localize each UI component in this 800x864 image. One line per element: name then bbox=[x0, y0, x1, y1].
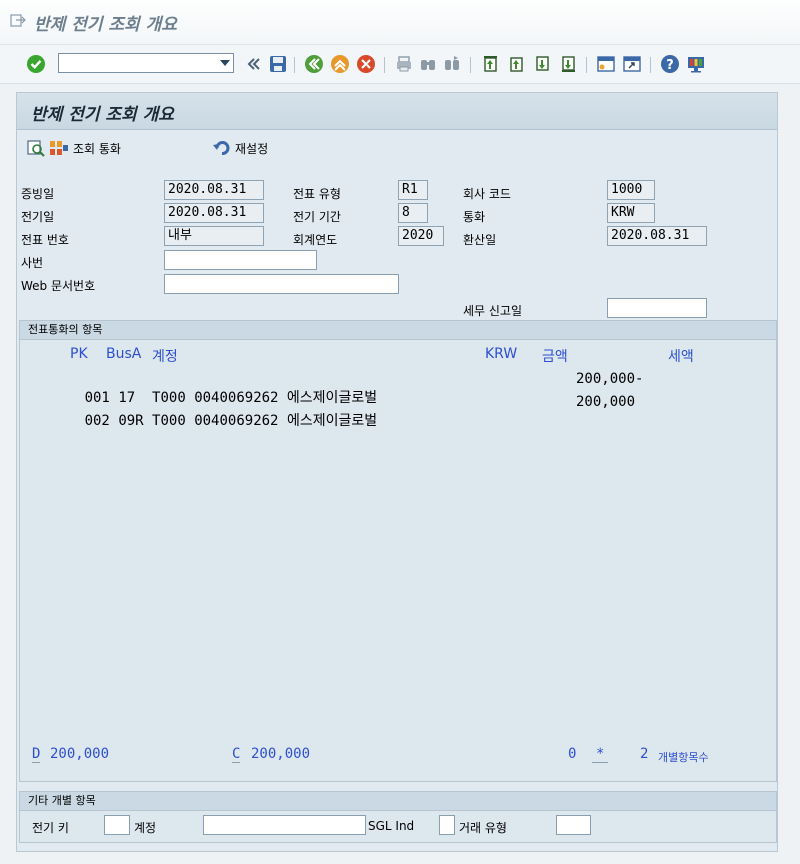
window-title: 반제 전기 조회 개요 bbox=[34, 15, 177, 35]
debit-total: 200,000 bbox=[50, 746, 110, 762]
find-icon[interactable] bbox=[418, 54, 438, 74]
previous-page-icon[interactable] bbox=[506, 54, 526, 74]
help-icon[interactable]: ? bbox=[660, 54, 680, 74]
enter-check-icon[interactable] bbox=[26, 54, 46, 74]
panel-title: 반제 전기 조회 개요 bbox=[31, 105, 174, 125]
doc-date-label: 증빙일 bbox=[21, 187, 55, 201]
column-amount: 금액 bbox=[542, 349, 568, 365]
item-pk: 09R bbox=[118, 413, 144, 429]
currency-icon bbox=[50, 141, 68, 155]
back-icon[interactable] bbox=[304, 54, 324, 74]
new-session-icon[interactable] bbox=[596, 54, 616, 74]
column-account: 계정 bbox=[152, 349, 178, 365]
column-busa: BusA bbox=[106, 346, 142, 362]
item-amount: 200,000- bbox=[576, 371, 644, 387]
transaction-type-label: 거래 유형 bbox=[459, 821, 507, 835]
translation-date-label: 환산일 bbox=[463, 233, 497, 247]
posting-key-input[interactable] bbox=[104, 815, 130, 835]
print-icon[interactable] bbox=[394, 54, 414, 74]
item-amount: 200,000 bbox=[576, 394, 636, 410]
posting-key-label: 전기 키 bbox=[32, 821, 69, 835]
credit-total: 200,000 bbox=[251, 746, 311, 762]
company-code-field: 1000 bbox=[607, 180, 655, 200]
display-currency-button[interactable]: 조회 통화 bbox=[27, 138, 121, 158]
exit-up-icon[interactable] bbox=[330, 54, 350, 74]
customize-layout-icon[interactable] bbox=[686, 54, 706, 74]
sgl-ind-label: SGL Ind bbox=[368, 819, 415, 833]
reference-input[interactable] bbox=[164, 250, 317, 270]
column-pk: PK bbox=[70, 346, 88, 362]
period-field: 8 bbox=[398, 203, 428, 223]
doc-number-label: 전표 번호 bbox=[21, 233, 69, 247]
item-count: 2 bbox=[640, 746, 649, 762]
main-panel: 반제 전기 조회 개요 조회 통화 재설정 증빙일 2020.08.31 전표 … bbox=[16, 92, 778, 852]
company-code-label: 회사 코드 bbox=[463, 187, 511, 201]
cancel-icon[interactable] bbox=[356, 54, 376, 74]
fiscal-year-field: 2020 bbox=[398, 226, 444, 246]
reset-label: 재설정 bbox=[235, 141, 269, 156]
doc-type-field: R1 bbox=[398, 180, 428, 200]
fiscal-year-label: 회계연도 bbox=[293, 233, 338, 247]
credit-label: C bbox=[232, 746, 241, 763]
currency-label: 통화 bbox=[463, 210, 486, 224]
other-group-title: 기타 개별 항목 bbox=[20, 792, 776, 811]
debit-label: D bbox=[32, 746, 41, 763]
command-field[interactable] bbox=[58, 53, 234, 73]
reset-button[interactable]: 재설정 bbox=[213, 138, 268, 158]
display-document-icon bbox=[27, 140, 45, 157]
currency-field: KRW bbox=[607, 203, 655, 223]
toolbar-separator bbox=[294, 57, 295, 73]
shortcut-icon[interactable] bbox=[622, 54, 642, 74]
toolbar-separator bbox=[586, 57, 587, 73]
web-doc-number-label: Web 문서번호 bbox=[21, 279, 96, 293]
post-date-label: 전기일 bbox=[21, 210, 55, 224]
exit-icon[interactable] bbox=[10, 12, 26, 28]
web-doc-number-input[interactable] bbox=[164, 274, 399, 294]
doc-date-field: 2020.08.31 bbox=[164, 180, 264, 200]
doc-number-field: 내부 bbox=[164, 226, 264, 246]
display-currency-label: 조회 통화 bbox=[73, 141, 121, 156]
balance-value: 0 bbox=[568, 746, 577, 762]
table-row[interactable]: 002 09R T000 0040069262 에스제이글로벌 bbox=[34, 394, 378, 446]
tax-report-date-input[interactable] bbox=[607, 298, 707, 318]
other-account-input[interactable] bbox=[203, 815, 366, 835]
translation-date-field: 2020.08.31 bbox=[607, 226, 707, 246]
toolbar-separator bbox=[384, 57, 385, 73]
transaction-type-input[interactable] bbox=[556, 815, 591, 835]
balance-indicator: * bbox=[592, 746, 609, 763]
column-currency: KRW bbox=[485, 346, 518, 362]
find-next-icon[interactable] bbox=[442, 54, 462, 74]
period-label: 전기 기간 bbox=[293, 210, 341, 224]
chevron-down-icon[interactable] bbox=[219, 57, 231, 69]
toolbar-separator bbox=[650, 57, 651, 73]
item-account: 0040069262 bbox=[194, 413, 279, 429]
other-items-group: 기타 개별 항목 전기 키 계정 SGL Ind 거래 유형 bbox=[19, 791, 777, 843]
doc-type-label: 전표 유형 bbox=[293, 187, 341, 201]
post-date-field: 2020.08.31 bbox=[164, 203, 264, 223]
title-bar: 반제 전기 조회 개요 bbox=[0, 0, 800, 45]
collapse-double-chevron-icon[interactable] bbox=[244, 54, 264, 74]
standard-toolbar: ? bbox=[0, 45, 800, 84]
first-page-icon[interactable] bbox=[480, 54, 500, 74]
last-page-icon[interactable] bbox=[558, 54, 578, 74]
next-page-icon[interactable] bbox=[532, 54, 552, 74]
item-count-label: 개별항목수 bbox=[658, 751, 709, 764]
other-account-label: 계정 bbox=[134, 821, 157, 835]
application-toolbar: 조회 통화 재설정 bbox=[17, 130, 777, 164]
save-icon[interactable] bbox=[268, 54, 288, 74]
sgl-ind-input[interactable] bbox=[439, 815, 455, 835]
tax-report-date-label: 세무 신고일 bbox=[463, 304, 523, 318]
panel-header: 반제 전기 조회 개요 bbox=[17, 93, 777, 130]
reference-label: 사번 bbox=[21, 256, 44, 270]
column-tax: 세액 bbox=[668, 349, 694, 365]
item-number: 002 bbox=[84, 413, 110, 429]
items-group-title: 전표통화의 항목 bbox=[20, 321, 776, 340]
item-busa: T000 bbox=[152, 413, 186, 429]
toolbar-separator bbox=[470, 57, 471, 73]
item-name: 에스제이글로벌 bbox=[286, 413, 378, 429]
undo-icon bbox=[213, 141, 230, 155]
document-items-group: 전표통화의 항목 PK BusA 계정 KRW 금액 세액 001 17 T00… bbox=[19, 320, 777, 782]
svg-text:?: ? bbox=[666, 58, 674, 73]
